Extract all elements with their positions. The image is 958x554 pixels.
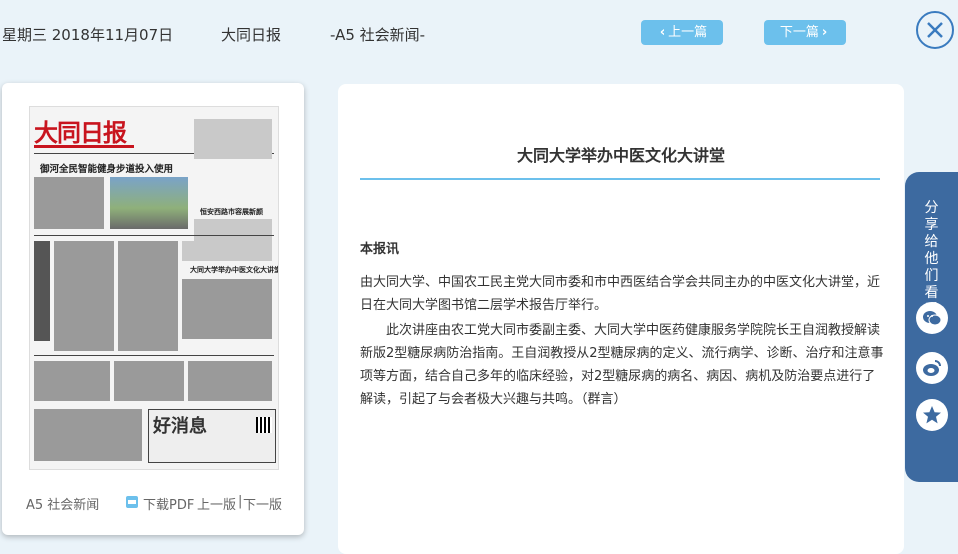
thumb-text-block: [118, 241, 178, 351]
close-button[interactable]: [916, 11, 954, 49]
thumb-text-block: [182, 241, 272, 261]
issue-date: 星期三 2018年11月07日: [2, 26, 174, 44]
qr-code-icon: [256, 417, 272, 433]
masthead-logo: 大同日报: [34, 118, 127, 147]
masthead-rule: [34, 145, 134, 148]
newspaper-page-image[interactable]: 大同日报 御河全民智能健身步道投入使用 恒安西路市容展新颜 大同大学举办中医文化…: [29, 106, 279, 470]
thumbnail-section-label: A5 社会新闻: [26, 498, 100, 513]
next-page-link[interactable]: 下一版: [243, 494, 282, 513]
thumb-headline-1: 御河全民智能健身步道投入使用: [40, 164, 174, 175]
weibo-icon: [923, 360, 941, 376]
next-article-label: 下一篇: [779, 25, 819, 40]
next-article-button[interactable]: 下一篇 ›: [764, 20, 846, 45]
thumb-text-block: [194, 119, 272, 159]
pdf-icon: [126, 496, 138, 508]
thumb-text-block: [34, 361, 110, 401]
article-title: 大同大学举办中医文化大讲堂: [516, 146, 725, 165]
share-label-char: 享: [924, 217, 939, 233]
weibo-share-button[interactable]: [916, 352, 948, 384]
header-bar: 星期三 2018年11月07日 大同日报 -A5 社会新闻- ‹ 上一篇 下一篇 ›: [0, 0, 958, 68]
share-label-char: 给: [924, 234, 939, 250]
chevron-left-icon: ‹: [659, 25, 666, 40]
column-divider: [34, 235, 274, 236]
favorite-share-button[interactable]: [916, 399, 948, 431]
close-icon: [927, 22, 943, 38]
thumb-text-block: [188, 361, 272, 401]
thumb-text-block: [54, 241, 114, 351]
paper-name: 大同日报: [221, 26, 282, 44]
share-label-char: 们: [924, 268, 939, 284]
section-name: -A5 社会新闻-: [330, 26, 426, 44]
thumb-photo: [110, 177, 188, 229]
thumb-headline-2: 大同大学举办中医文化大讲堂: [190, 265, 279, 274]
article-panel: 大同大学举办中医文化大讲堂 本报讯 由大同大学、中国农工民主党大同市委和市中西医…: [338, 84, 904, 554]
wechat-icon: [923, 311, 942, 326]
download-pdf-link[interactable]: 下载PDF: [143, 494, 194, 513]
thumb-headline-3: 恒安西路市容展新颜: [200, 207, 263, 216]
thumb-text-block: [34, 241, 50, 341]
page-thumbnail-card: 大同日报 御河全民智能健身步道投入使用 恒安西路市容展新颜 大同大学举办中医文化…: [2, 83, 304, 535]
thumb-text-block: [114, 361, 184, 401]
title-divider: [360, 178, 880, 180]
star-icon: [923, 406, 941, 424]
prev-article-button[interactable]: ‹ 上一篇: [641, 20, 723, 45]
share-label-char: 看: [924, 285, 939, 301]
article-byline: 本报讯: [360, 242, 400, 257]
prev-page-link[interactable]: 上一版: [197, 494, 236, 513]
chevron-right-icon: ›: [821, 25, 828, 40]
wechat-share-button[interactable]: [916, 302, 948, 334]
article-paragraph: 由大同大学、中国农工民主党大同市委和市中西医结合学会共同主办的中医文化大讲堂，近…: [360, 275, 881, 313]
thumb-text-block: [34, 177, 104, 229]
article-paragraph: 此次讲座由农工党大同市委副主委、大同大学中医药健康服务学院院长王自润教授解读新版…: [360, 323, 884, 407]
thumb-text-block: [182, 279, 272, 339]
prev-article-label: 上一篇: [668, 25, 708, 40]
link-separator: |: [238, 494, 243, 509]
share-label-char: 他: [924, 251, 939, 267]
share-label-char: 分: [924, 200, 939, 216]
column-divider: [34, 355, 274, 356]
share-sidebar: 分享给他们看看: [905, 172, 958, 482]
thumb-text-block: [34, 409, 142, 461]
thumb-ad-title: 好消息: [153, 416, 207, 437]
